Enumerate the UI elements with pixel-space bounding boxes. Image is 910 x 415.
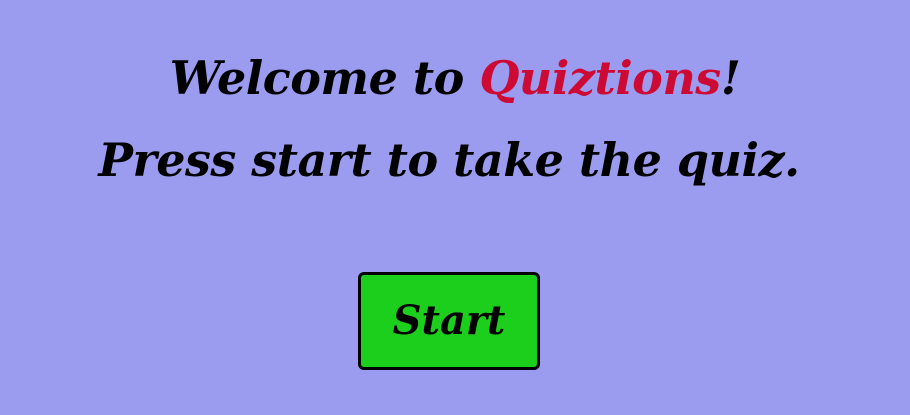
start-button[interactable]: Start — [358, 272, 540, 370]
welcome-suffix: ! — [720, 51, 741, 105]
welcome-prefix: Welcome to — [169, 51, 480, 105]
welcome-heading: Welcome to Quiztions! — [0, 48, 910, 108]
brand-name: Quiztions — [479, 51, 721, 105]
instruction-text: Press start to take the quiz. — [98, 133, 800, 187]
